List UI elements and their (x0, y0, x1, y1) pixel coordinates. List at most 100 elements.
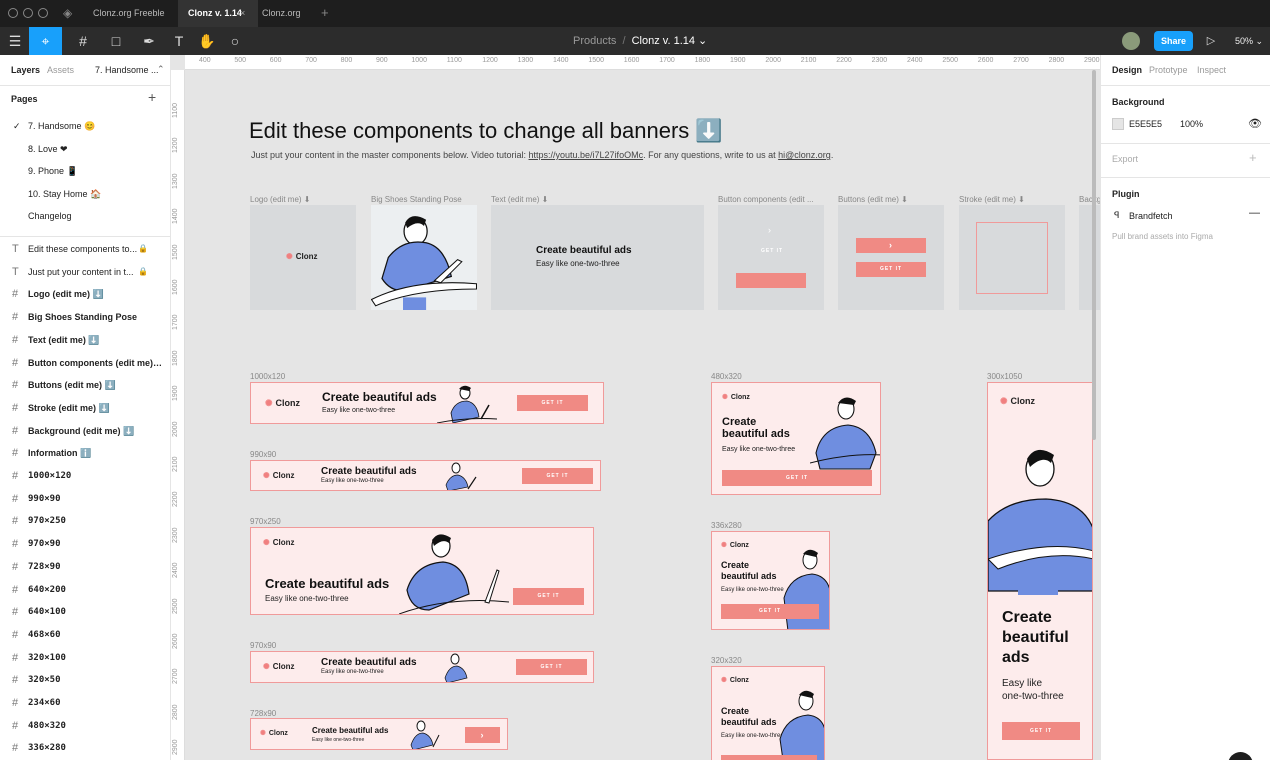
canvas-scrollbar[interactable] (1092, 70, 1096, 440)
page-item[interactable]: 8. Love ❤ (28, 144, 68, 155)
get-it-button[interactable]: GET IT (516, 659, 587, 675)
page-item[interactable]: 9. Phone 📱 (28, 166, 78, 177)
banner-990x90[interactable]: ✺ Clonz Create beautiful ads Easy like on… (250, 460, 601, 491)
banner-970x250[interactable]: ✺ Clonz Create beautiful ads Easy like on… (250, 527, 594, 615)
lock-icon[interactable]: 🔒 (138, 261, 148, 283)
remove-plugin-icon[interactable]: — (1249, 207, 1260, 219)
size-label[interactable]: 728x90 (250, 709, 276, 718)
tab-layers[interactable]: Layers (11, 65, 40, 75)
share-button[interactable]: Share (1154, 31, 1193, 51)
close-tab-icon[interactable]: × (240, 8, 245, 18)
page-item[interactable]: Changelog (28, 211, 72, 221)
component-button-components[interactable]: › GET IT (718, 205, 824, 310)
size-label[interactable]: 990x90 (250, 450, 276, 459)
plugin-name[interactable]: Brandfetch (1129, 211, 1173, 221)
tab-clonz-freeble[interactable]: Clonz.org Freeble (83, 0, 175, 27)
layer-row[interactable]: #970×90 (0, 533, 171, 555)
tab-clonz-v114[interactable]: Clonz v. 1.14 (178, 0, 258, 27)
component-buttons[interactable]: › GET IT (838, 205, 944, 310)
maximize-window-icon[interactable] (38, 8, 48, 18)
get-it-button[interactable]: GET IT (721, 604, 819, 619)
help-icon[interactable] (1228, 752, 1253, 760)
chevron-up-icon[interactable]: ⌃ (157, 64, 165, 75)
component-logo[interactable]: ✺ Clonz (250, 205, 356, 310)
tab-clonz-org[interactable]: Clonz.org (252, 0, 311, 27)
text-tool-icon[interactable]: T (168, 27, 190, 55)
get-it-button[interactable]: GET IT (513, 588, 584, 605)
email-link[interactable]: hi@clonz.org (778, 150, 831, 160)
background-hex-input[interactable]: E5E5E5 (1129, 119, 1162, 129)
layer-row[interactable]: # Buttons (edit me) ⬇️ (0, 374, 171, 396)
tutorial-link[interactable]: https://youtu.be/i7L27ifoOMc (529, 150, 644, 160)
component-label-stroke[interactable]: Stroke (edit me) ⬇ (959, 195, 1025, 204)
add-export-icon[interactable]: + (1249, 150, 1257, 165)
size-label[interactable]: 970x250 (250, 517, 281, 526)
page-subtitle[interactable]: Just put your content in the master comp… (251, 150, 833, 160)
banner-480x320[interactable]: ✺ Clonz Create beautiful ads Easy like on… (711, 382, 881, 495)
page-title[interactable]: Edit these components to change all bann… (249, 118, 723, 144)
size-label[interactable]: 1000x120 (250, 372, 285, 381)
layer-row[interactable]: T Just put your content in t... 🔒 (0, 261, 171, 283)
layer-row[interactable]: # Button components (edit me) ⬇️ (0, 352, 171, 374)
pen-tool-icon[interactable]: ✒ (134, 27, 164, 55)
page-selector[interactable]: 7. Handsome ... (95, 65, 159, 75)
new-tab-icon[interactable]: + (321, 5, 329, 20)
layer-row[interactable]: #480×320 (0, 715, 171, 737)
layer-row[interactable]: #468×60 (0, 624, 171, 646)
layer-row[interactable]: #990×90 (0, 488, 171, 510)
layer-row[interactable]: # Big Shoes Standing Pose (0, 306, 171, 328)
layer-row[interactable]: # Information ℹ️ (0, 442, 171, 464)
size-label[interactable]: 480x320 (711, 372, 742, 381)
layer-row[interactable]: #640×100 (0, 601, 171, 623)
layer-row[interactable]: # Background (edit me) ⬇️ (0, 420, 171, 442)
zoom-level[interactable]: 50% ⌄ (1235, 27, 1263, 55)
shape-tool-icon[interactable]: □ (101, 27, 131, 55)
layer-row[interactable]: #728×90 (0, 556, 171, 578)
component-label-button-components[interactable]: Button components (edit ... (718, 195, 814, 204)
layer-row[interactable]: #320×50 (0, 669, 171, 691)
banner-728x90[interactable]: ✺ Clonz Create beautiful ads Easy like on… (250, 718, 508, 750)
close-window-icon[interactable] (8, 8, 18, 18)
size-label[interactable]: 970x90 (250, 641, 276, 650)
add-page-icon[interactable]: + (148, 89, 156, 105)
page-item[interactable]: 7. Handsome 😊 (28, 121, 95, 132)
component-label-buttons[interactable]: Buttons (edit me) ⬇ (838, 195, 908, 204)
get-it-button[interactable]: GET IT (856, 262, 926, 277)
component-label-background[interactable]: Backg (1079, 195, 1100, 204)
page-item[interactable]: 10. Stay Home 🏠 (28, 189, 101, 200)
size-label[interactable]: 320x320 (711, 656, 742, 665)
background-opacity-input[interactable]: 100% (1180, 119, 1203, 129)
layer-row[interactable]: # Text (edit me) ⬇️ (0, 329, 171, 351)
tab-assets[interactable]: Assets (47, 65, 74, 75)
component-pose[interactable] (371, 205, 477, 310)
background-color-swatch[interactable] (1112, 118, 1124, 130)
component-label-text[interactable]: Text (edit me) ⬇ (491, 195, 548, 204)
layer-row[interactable]: #1000×120 (0, 465, 171, 487)
lock-icon[interactable]: 🔒 (138, 238, 148, 260)
banner-970x90[interactable]: ✺ Clonz Create beautiful ads Easy like on… (250, 651, 594, 683)
visibility-eye-icon[interactable]: 👁 (1248, 117, 1262, 130)
canvas[interactable]: Edit these components to change all bann… (185, 70, 1100, 760)
banner-320x320[interactable]: ✺ Clonz Create beautiful ads Easy like on… (711, 666, 825, 760)
minimize-window-icon[interactable] (23, 8, 33, 18)
component-label-logo[interactable]: Logo (edit me) ⬇ (250, 195, 311, 204)
size-label[interactable]: 336x280 (711, 521, 742, 530)
get-it-button[interactable]: GET IT (522, 468, 593, 484)
frame-tool-icon[interactable]: # (68, 27, 98, 55)
size-label[interactable]: 300x1050 (987, 372, 1022, 381)
layer-row[interactable]: # Stroke (edit me) ⬇️ (0, 397, 171, 419)
arrow-button[interactable]: › (856, 238, 926, 253)
get-it-button[interactable]: GET IT (722, 470, 872, 486)
avatar[interactable] (1122, 32, 1140, 50)
breadcrumb-parent[interactable]: Products (573, 35, 616, 47)
menu-icon[interactable]: ☰ (4, 27, 26, 55)
layer-row[interactable]: #336×280 (0, 737, 171, 759)
present-icon[interactable]: ▷ (1202, 27, 1220, 55)
layer-row[interactable]: #970×250 (0, 510, 171, 532)
layer-row[interactable]: #320×100 (0, 647, 171, 669)
get-it-button[interactable]: GET IT (517, 395, 588, 411)
figma-logo-icon[interactable]: ◈ (63, 6, 72, 20)
banner-336x280[interactable]: ✺ Clonz Create beautiful ads Easy like on… (711, 531, 830, 630)
layer-row[interactable]: # Logo (edit me) ⬇️ (0, 283, 171, 305)
tab-inspect[interactable]: Inspect (1197, 65, 1226, 75)
